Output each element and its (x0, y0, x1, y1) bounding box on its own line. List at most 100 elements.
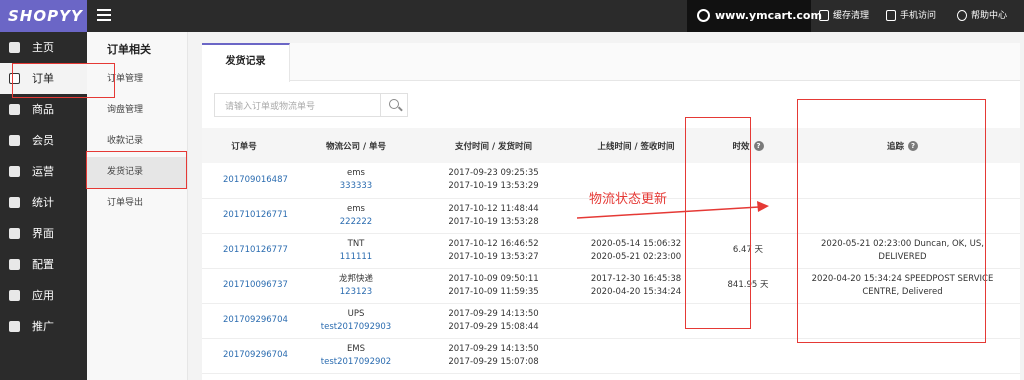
mobile-view-label: 手机访问 (900, 11, 937, 21)
megaphone-icon (9, 166, 20, 177)
top-bar: www.ymcart.com 缓存清理 手机访问 帮助中心 (87, 0, 1024, 32)
tracking-link[interactable]: 111111 (286, 251, 426, 264)
brand-logo[interactable]: SHOPYY (0, 0, 87, 32)
window-icon (9, 228, 20, 239)
annotation-box-shipping (86, 151, 187, 189)
pay-time: 2017-09-29 14:13:50 (448, 343, 539, 354)
ship-time: 2017-10-09 11:59:35 (448, 286, 539, 297)
carrier-name: ems (347, 168, 365, 179)
carrier-cell: EMS test2017092902 (286, 338, 426, 373)
col-carrier: 物流公司 / 单号 (325, 141, 387, 152)
pay-time: 2017-10-12 11:48:44 (448, 203, 539, 214)
pay-ship-cell: 2017-09-23 09:25:35 2017-10-19 13:53:29 (426, 163, 561, 198)
pay-time: 2017-09-29 14:13:50 (448, 308, 539, 319)
help-icon[interactable]: ? (753, 141, 764, 151)
search-input[interactable] (215, 96, 381, 118)
carrier-cell: ems 333333 (286, 163, 426, 198)
pay-ship-cell: 2017-10-12 16:46:52 2017-10-19 13:53:27 (426, 233, 561, 268)
sidebar-item-promotion[interactable]: 推广 (0, 311, 87, 342)
site-link[interactable]: www.ymcart.com (687, 0, 822, 32)
ship-time: 2017-09-29 15:07:08 (448, 356, 539, 367)
order-cell: 201710126777 (202, 233, 288, 268)
carrier-name: UPS (347, 308, 365, 319)
menu-icon[interactable] (97, 9, 111, 23)
order-link[interactable]: 201709016487 (223, 175, 288, 185)
sidebar-item-interface[interactable]: 界面 (0, 218, 87, 249)
tracking-link[interactable]: test2017092902 (286, 356, 426, 369)
sidebar-item-config[interactable]: 配置 (0, 249, 87, 280)
sidebar-item-operations[interactable]: 运营 (0, 156, 87, 187)
sidebar-item-label: 推广 (32, 320, 54, 333)
ship-time: 2017-09-29 15:08:44 (448, 321, 539, 332)
carrier-cell: ems 222222 (286, 198, 426, 233)
order-link[interactable]: 201710096737 (223, 280, 288, 290)
help-icon (957, 10, 967, 21)
order-link[interactable]: 201710126771 (223, 210, 288, 220)
globe-icon (697, 9, 710, 22)
col-order: 订单号 (231, 141, 257, 152)
pay-ship-cell: 2017-10-12 11:48:44 2017-10-19 13:53:28 (426, 198, 561, 233)
carrier-cell: UPS test2017092903 (286, 303, 426, 338)
order-link[interactable]: 201710126777 (223, 245, 288, 255)
order-cell: 201710096737 (202, 268, 288, 303)
puzzle-icon (9, 290, 20, 301)
tracking-link[interactable]: 222222 (286, 216, 426, 229)
home-icon (9, 42, 20, 53)
sidebar-item-label: 运营 (32, 165, 54, 178)
ship-time: 2017-10-19 13:53:27 (448, 251, 539, 262)
sidebar-item-apps[interactable]: 应用 (0, 280, 87, 311)
order-cell: 201710126771 (202, 198, 288, 233)
help-center-button[interactable]: 帮助中心 (955, 0, 1007, 32)
tracking-link[interactable]: 333333 (286, 180, 426, 193)
sidebar-item-label: 商品 (32, 103, 54, 116)
bar-chart-icon (9, 197, 20, 208)
order-link[interactable]: 201709296704 (223, 350, 288, 360)
order-cell: 201709296704 (202, 303, 288, 338)
table-row: 201709296704 EMS test2017092902 2017-09-29 … (202, 338, 1020, 373)
carrier-name: EMS (346, 343, 366, 354)
sidebar-item-members[interactable]: 会员 (0, 125, 87, 156)
pay-ship-cell: 2017-09-29 14:13:50 2017-09-29 15:07:08 (426, 338, 561, 373)
search-icon (389, 99, 399, 109)
annotation-box-trace (797, 99, 986, 343)
carrier-name: 龙邦快递 (338, 273, 373, 284)
order-link[interactable]: 201709296704 (223, 315, 288, 325)
sidebar-item-label: 主页 (32, 41, 54, 54)
carrier-name: TNT (347, 238, 365, 249)
order-cell: 201709016487 (202, 163, 288, 198)
box-icon (9, 104, 20, 115)
subnav-item-inquiry-management[interactable]: 询盘管理 (87, 95, 187, 126)
tab-shipping-records[interactable]: 发货记录 (202, 43, 290, 82)
trash-icon (819, 10, 829, 21)
cache-clear-label: 缓存清理 (833, 11, 870, 21)
trace-cell (785, 338, 1020, 373)
sidebar-item-label: 配置 (32, 258, 54, 271)
tracking-link[interactable]: test2017092903 (286, 321, 426, 334)
sidebar-item-label: 会员 (32, 134, 54, 147)
col-pay-ship-time: 支付时间 / 发货时间 (454, 141, 533, 152)
sidebar-item-label: 统计 (32, 196, 54, 209)
pay-ship-cell: 2017-10-09 09:50:11 2017-10-09 11:59:35 (426, 268, 561, 303)
send-icon (9, 321, 20, 332)
annotation-arrow (577, 201, 769, 219)
search-box (214, 93, 408, 118)
sidebar-item-home[interactable]: 主页 (0, 32, 87, 63)
carrier-cell: TNT 111111 (286, 233, 426, 268)
carrier-cell: 龙邦快递 123123 (286, 268, 426, 303)
site-url: www.ymcart.com (715, 9, 822, 22)
subnav-item-order-export[interactable]: 订单导出 (87, 188, 187, 219)
mobile-view-button[interactable]: 手机访问 (884, 0, 936, 32)
tracking-link[interactable]: 123123 (286, 286, 426, 299)
cache-clear-button[interactable]: 缓存清理 (817, 0, 869, 32)
pay-time: 2017-10-09 09:50:11 (448, 273, 539, 284)
tab-bar: 发货记录 (202, 43, 1020, 82)
sidebar-item-label: 应用 (32, 289, 54, 302)
sidebar-item-products[interactable]: 商品 (0, 94, 87, 125)
sidebar-item-stats[interactable]: 统计 (0, 187, 87, 218)
aging-cell (711, 338, 785, 373)
scan-icon (886, 10, 896, 21)
gear-icon (9, 259, 20, 270)
search-button[interactable] (380, 94, 407, 116)
ship-time: 2017-10-19 13:53:28 (448, 216, 539, 227)
carrier-name: ems (347, 203, 365, 214)
